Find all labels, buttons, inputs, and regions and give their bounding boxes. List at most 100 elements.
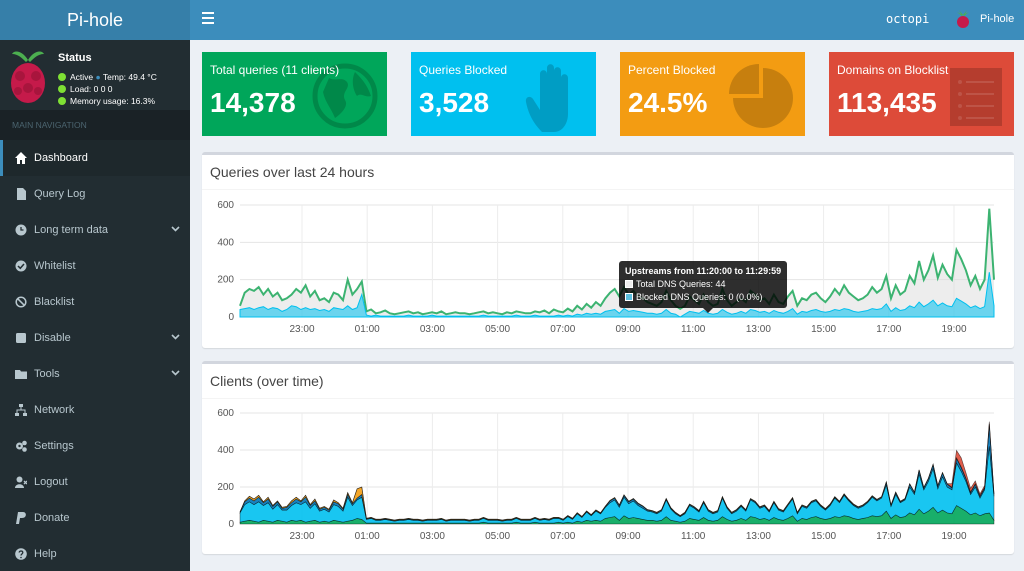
tooltip-title: Upstreams from 11:20:00 to 11:29:59 [625,266,782,276]
stat-label: Total queries (11 clients) [210,63,340,77]
clients-chart-box: Clients (over time) 0 200 400 600 23:00 01:00… [202,361,1014,554]
sidebar-item-long-term-data[interactable]: Long term data [0,212,190,248]
x-tick-label: 23:00 [289,531,314,542]
file-icon [17,188,26,200]
y-tick-label: 200 [217,482,234,493]
sidebar-toggle-icon[interactable] [202,12,214,26]
question-icon [15,548,27,560]
sidebar-item-settings[interactable]: Settings [0,428,190,464]
chevron-down-icon [171,320,180,356]
x-tick-label: 05:00 [485,531,510,542]
stop-icon [16,333,26,343]
memory-dot-icon [58,97,66,105]
sidebar-item-tools[interactable]: Tools [0,356,190,392]
tooltip-total: Total DNS Queries: 44 [636,279,726,289]
sidebar-item-query-log[interactable]: Query Log [0,176,190,212]
sidebar-item-label: Query Log [34,188,86,200]
stat-box-total-queries[interactable]: Total queries (11 clients) 14,378 [202,52,387,136]
stat-box-queries-blocked[interactable]: Queries Blocked 3,528 [411,52,596,136]
check-circle-icon [15,260,27,272]
sidebar-item-dashboard[interactable]: Dashboard [0,140,190,176]
x-tick-label: 23:00 [289,324,314,335]
sidebar-menu: Dashboard Query Log Long term data Whitelis… [0,140,190,571]
fire-icon: ● [95,72,101,82]
stat-label: Queries Blocked [419,63,508,77]
list-icon [946,62,1006,135]
sidebar-item-label: Blacklist [34,296,75,308]
status-title: Status [58,52,92,64]
sitemap-icon [15,404,27,416]
x-tick-label: 09:00 [615,531,640,542]
sidebar-item-disable[interactable]: Disable [0,320,190,356]
sidebar-item-label: Logout [34,476,68,488]
x-tick-label: 17:00 [876,324,901,335]
tooltip-blocked: Blocked DNS Queries: 0 (0.0%) [636,292,763,302]
load-dot-icon [58,85,66,93]
y-tick-label: 400 [217,237,234,248]
total-queries-area [240,208,994,317]
stat-box-percent-blocked[interactable]: Percent Blocked 24.5% [620,52,805,136]
sidebar-item-help[interactable]: Help [0,536,190,571]
x-tick-label: 11:00 [681,324,706,335]
queries-chart[interactable]: 0 200 400 600 23:00 01:00 03:00 05:00 07:00 09:00… [202,155,1014,348]
status-active: Active [70,72,94,82]
x-tick-label: 15:00 [811,531,836,542]
clock-icon [15,224,27,236]
y-tick-label: 200 [217,275,234,286]
stat-box-domains-on[interactable]: Domains on Blocklist 113,435 [829,52,1014,136]
stat-value: 113,435 [837,87,937,118]
x-tick-label: 03:00 [420,324,445,335]
sidebar-item-donate[interactable]: Donate [0,500,190,536]
stat-label: Domains on Blocklist [837,63,949,77]
sidebar-item-whitelist[interactable]: Whitelist [0,248,190,284]
active-dot-icon [58,73,66,81]
x-tick-label: 13:00 [746,531,771,542]
sidebar-item-label: Long term data [34,224,108,236]
pie-icon [729,62,797,135]
x-tick-label: 09:00 [615,324,640,335]
sidebar-item-label: Network [34,404,75,416]
status-memory: Memory usage: 16.3% [70,96,156,106]
y-tick-label: 600 [217,200,234,211]
x-tick-label: 19:00 [941,324,966,335]
y-tick-label: 600 [217,408,234,419]
total-swatch-icon [625,280,633,288]
gears-icon [16,440,27,452]
user-x-icon [15,476,27,488]
x-tick-label: 05:00 [485,324,510,335]
y-tick-label: 0 [228,519,234,530]
y-tick-label: 400 [217,445,234,456]
raspberry-pi-logo-icon [11,51,45,103]
sidebar-item-label: Disable [34,332,71,344]
ban-icon [15,296,27,308]
sidebar-item-label: Donate [34,512,70,524]
status-panel: Status Active ● Temp: 49.4 °C Load: 0 0 … [0,40,190,110]
x-tick-label: 01:00 [355,324,380,335]
chevron-down-icon [171,356,180,392]
user-menu[interactable]: Pi-hole [980,13,1014,25]
sidebar-item-label: Whitelist [34,260,76,272]
raspberry-logo-icon[interactable] [954,10,972,30]
folder-icon [15,370,27,379]
home-icon [15,152,27,164]
sidebar-item-blacklist[interactable]: Blacklist [0,284,190,320]
sidebar-item-logout[interactable]: Logout [0,464,190,500]
clients-chart[interactable]: 0 200 400 600 23:00 01:00 03:00 05:00 07:00 09:00… [202,364,1014,554]
app-logo[interactable]: Pi-hole [0,0,190,40]
status-lines: Active ● Temp: 49.4 °C Load: 0 0 0 Memor… [58,71,157,107]
stat-value: 24.5% [628,87,708,118]
blocked-swatch-icon [625,293,633,301]
client-series-area [239,446,995,524]
sidebar-item-label: Dashboard [34,152,88,164]
stat-value: 14,378 [210,87,296,118]
hostname: octopi [886,12,930,26]
sidebar-item-network[interactable]: Network [0,392,190,428]
paypal-icon [16,512,26,524]
x-tick-label: 13:00 [746,324,771,335]
queries-chart-box: Queries over last 24 hours 0 200 400 600 23:… [202,152,1014,348]
x-tick-label: 11:00 [681,531,706,542]
stat-value: 3,528 [419,87,490,118]
x-tick-label: 15:00 [811,324,836,335]
hand-icon [520,62,588,136]
stat-label: Percent Blocked [628,63,716,77]
